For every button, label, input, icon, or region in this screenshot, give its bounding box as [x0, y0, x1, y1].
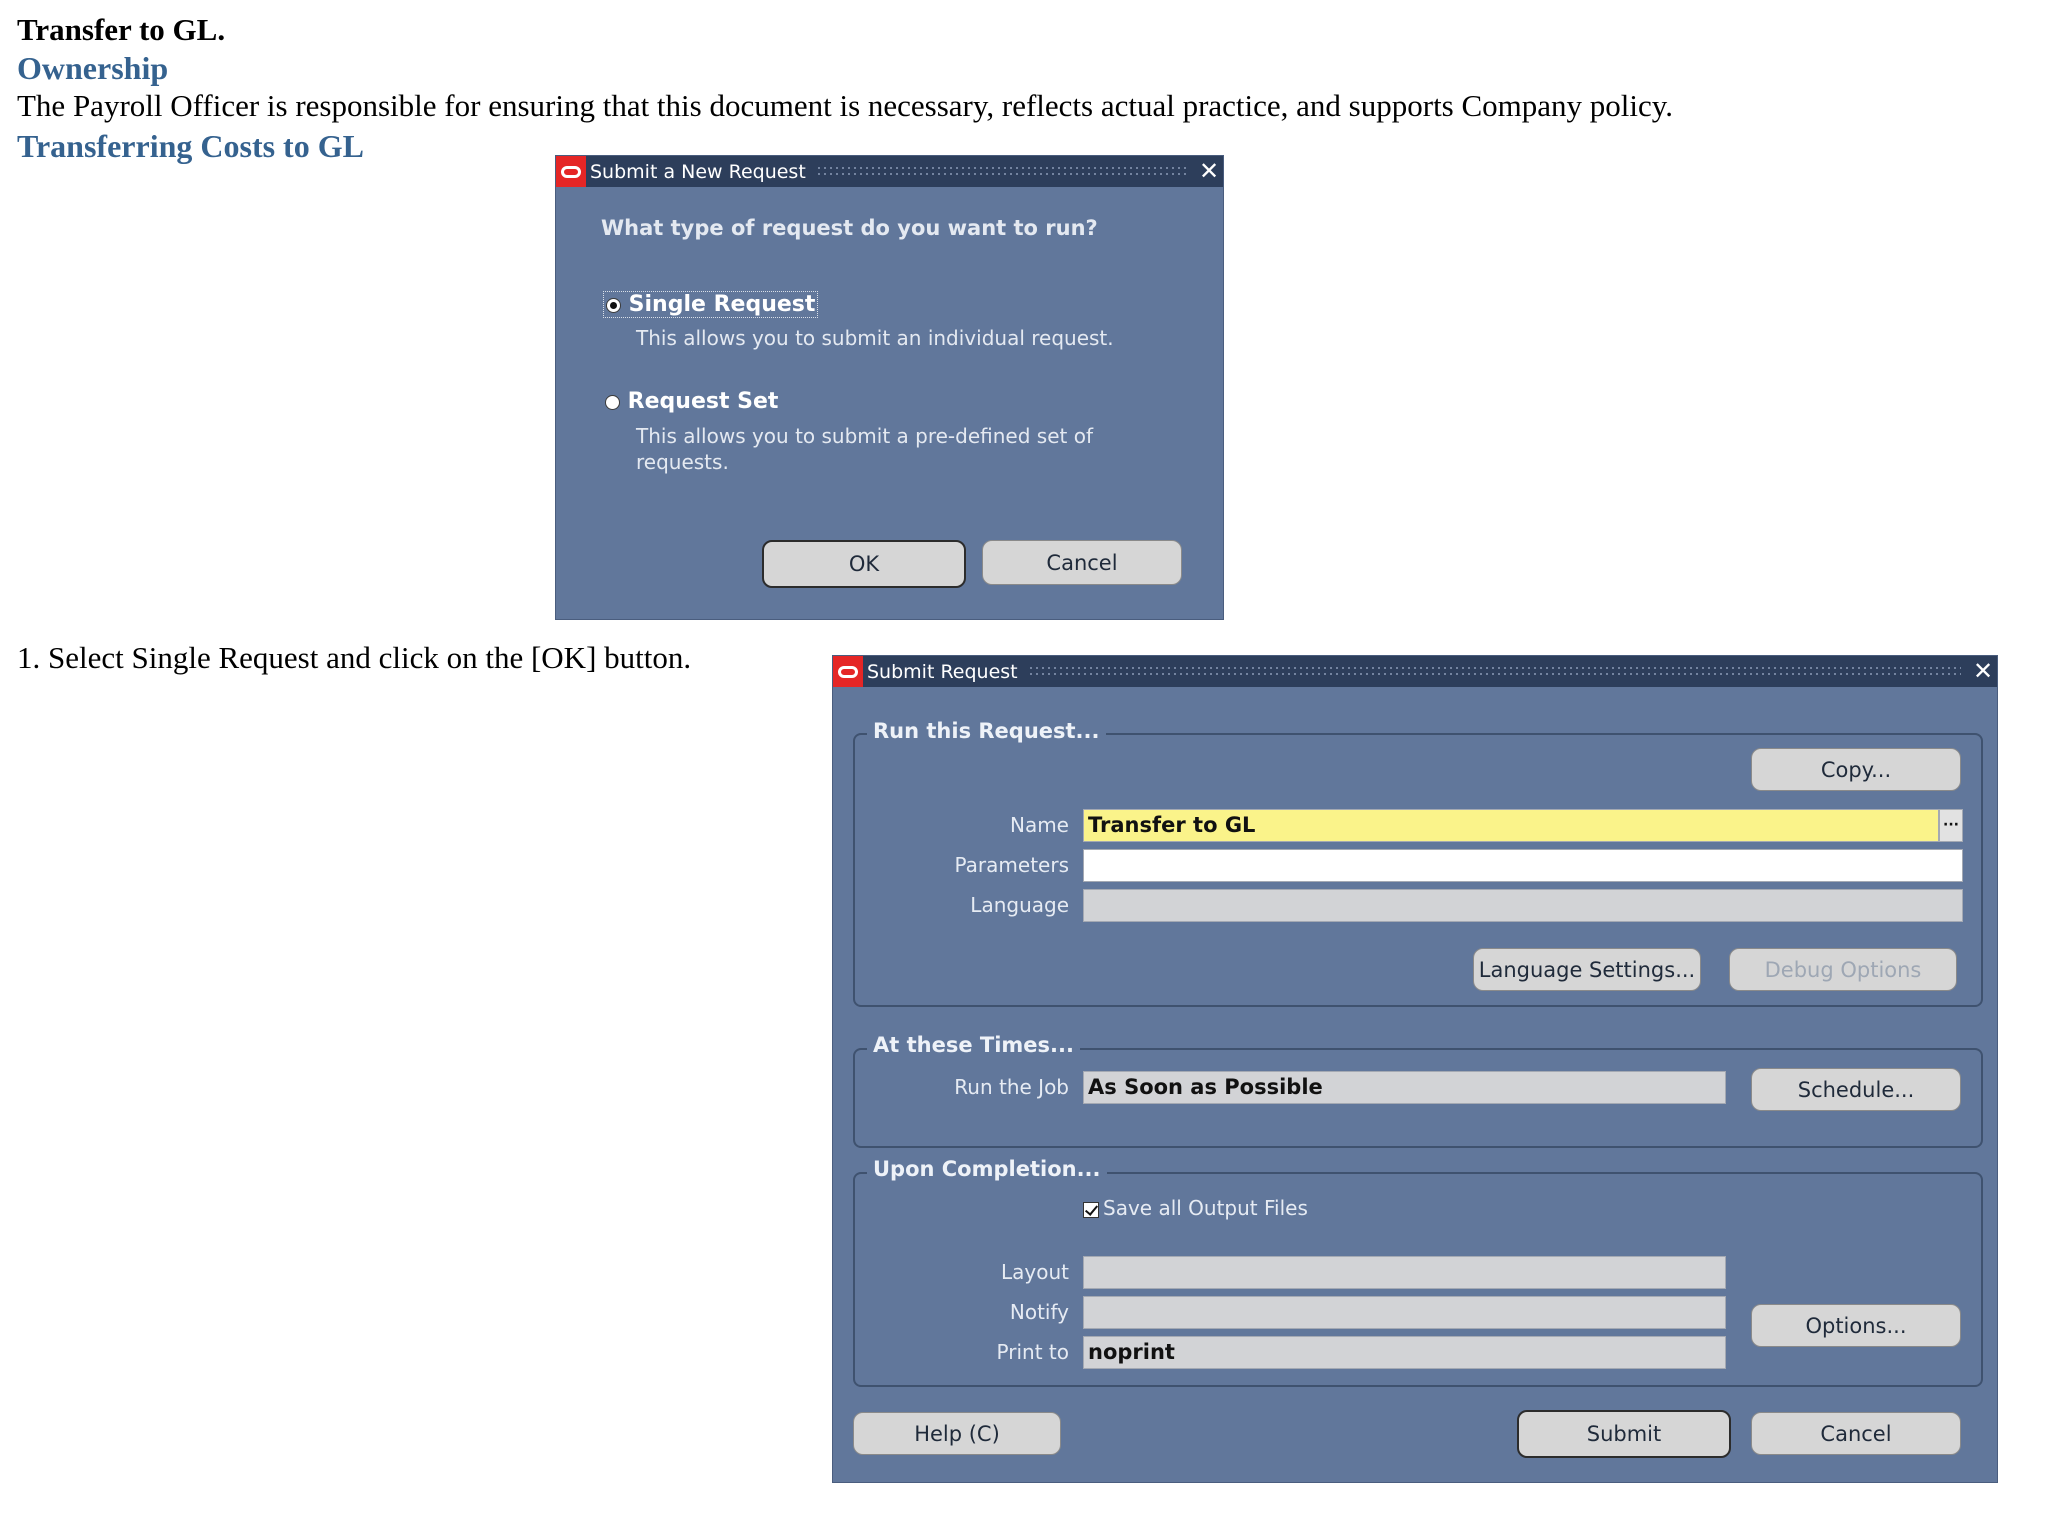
single-request-description: This allows you to submit an individual … — [636, 326, 1114, 350]
ownership-paragraph: The Payroll Officer is responsible for e… — [17, 88, 1674, 123]
submit-button[interactable]: Submit — [1517, 1410, 1731, 1458]
submit-request-window: Submit Request ✕ Run this Request... Cop… — [832, 655, 1998, 1483]
document-title: Transfer to GL. — [17, 12, 226, 47]
schedule-button[interactable]: Schedule... — [1751, 1068, 1961, 1111]
help-button[interactable]: Help (C) — [853, 1412, 1061, 1455]
dialog-titlebar: Submit a New Request ✕ — [556, 156, 1223, 187]
window-title: Submit Request — [867, 660, 1018, 683]
parameters-field[interactable] — [1083, 849, 1963, 882]
save-output-checkbox[interactable]: Save all Output Files — [1083, 1196, 1308, 1220]
close-icon[interactable]: ✕ — [1195, 156, 1223, 187]
close-icon[interactable]: ✕ — [1969, 656, 1997, 687]
at-these-times-title: At these Times... — [867, 1033, 1080, 1057]
cancel-button[interactable]: Cancel — [1751, 1412, 1961, 1455]
heading-transferring-costs: Transferring Costs to GL — [17, 128, 364, 164]
request-set-description-line1: This allows you to submit a pre-defined … — [636, 424, 1093, 448]
layout-field[interactable] — [1083, 1256, 1726, 1289]
dialog-title: Submit a New Request — [590, 160, 806, 183]
print-to-field[interactable]: noprint — [1083, 1336, 1726, 1369]
cancel-button[interactable]: Cancel — [982, 540, 1182, 585]
ok-button[interactable]: OK — [762, 540, 966, 588]
notify-field[interactable] — [1083, 1296, 1726, 1329]
name-label: Name — [1009, 813, 1069, 837]
options-button[interactable]: Options... — [1751, 1304, 1961, 1347]
debug-options-button: Debug Options — [1729, 948, 1957, 991]
parameters-label: Parameters — [954, 853, 1069, 877]
heading-ownership: Ownership — [17, 50, 169, 86]
radio-unselected-icon — [605, 394, 620, 410]
run-this-request-title: Run this Request... — [867, 719, 1106, 743]
print-to-label: Print to — [996, 1340, 1069, 1364]
list-of-values-button[interactable]: ··· — [1939, 809, 1963, 842]
step-instruction: 1. Select Single Request and click on th… — [17, 640, 692, 675]
single-request-radio[interactable]: Single Request — [603, 291, 819, 318]
request-type-question: What type of request do you want to run? — [601, 216, 1098, 240]
language-label: Language — [970, 893, 1069, 917]
language-settings-button[interactable]: Language Settings... — [1473, 948, 1701, 991]
language-field[interactable] — [1083, 889, 1963, 922]
copy-button[interactable]: Copy... — [1751, 748, 1961, 791]
window-titlebar: Submit Request ✕ — [833, 656, 1997, 687]
oracle-logo-icon — [556, 156, 586, 187]
request-set-radio[interactable]: Request Set — [603, 389, 780, 414]
radio-selected-icon — [606, 297, 621, 313]
oracle-logo-icon — [833, 656, 863, 687]
request-set-description-line2: requests. — [636, 450, 729, 474]
run-the-job-field[interactable]: As Soon as Possible — [1083, 1071, 1726, 1104]
layout-label: Layout — [1001, 1260, 1069, 1284]
checkbox-checked-icon — [1083, 1201, 1099, 1218]
run-the-job-label: Run the Job — [954, 1075, 1069, 1099]
submit-new-request-dialog: Submit a New Request ✕ What type of requ… — [555, 155, 1224, 620]
upon-completion-title: Upon Completion... — [867, 1157, 1107, 1181]
name-field[interactable]: Transfer to GL — [1083, 809, 1939, 842]
notify-label: Notify — [1009, 1300, 1069, 1324]
